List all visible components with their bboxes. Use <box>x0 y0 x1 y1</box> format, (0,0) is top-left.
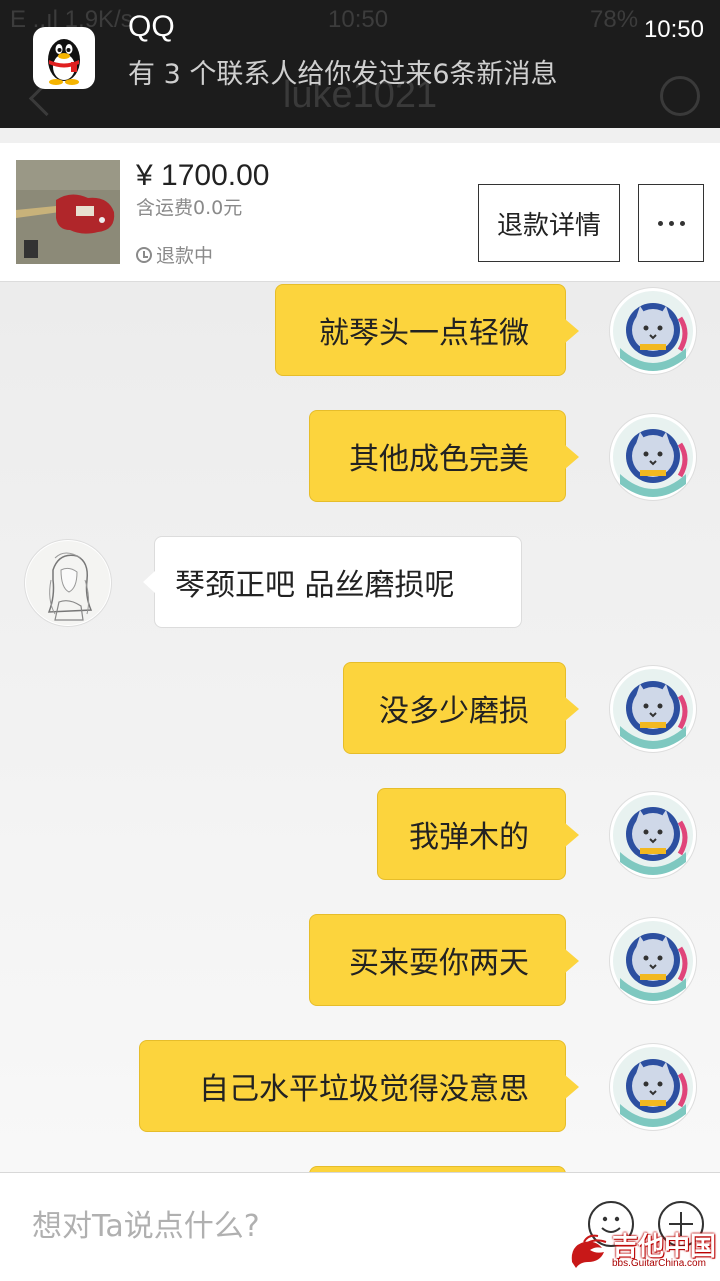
site-watermark: 吉他中国 bbs.GuitarChina.com <box>566 1226 716 1278</box>
order-status: 退款中 <box>136 241 213 268</box>
qq-penguin-icon <box>33 27 95 89</box>
self-avatar[interactable] <box>610 666 696 752</box>
more-dot-icon <box>657 220 663 226</box>
notification-app-name: QQ <box>128 10 175 43</box>
contact-avatar[interactable] <box>25 540 111 626</box>
message-text: 就琴头一点轻微 <box>319 316 529 351</box>
message-bubble-received[interactable]: 琴颈正吧 品丝磨损呢 <box>143 536 522 628</box>
order-card[interactable]: ¥ 1700.00 含运费0.0元 退款中 退款详情 <box>0 143 720 282</box>
status-battery: 78% <box>590 6 639 33</box>
notification-message: 有 3 个联系人给你发过来6条新消息 <box>128 59 558 90</box>
product-thumbnail[interactable] <box>16 160 120 264</box>
order-status-label: 退款中 <box>156 245 214 267</box>
message-text: 我弹木的 <box>409 820 529 855</box>
self-avatar[interactable] <box>610 414 696 500</box>
status-time: 10:50 <box>328 6 389 33</box>
message-text: 琴颈正吧 品丝磨损呢 <box>175 568 455 603</box>
refund-details-button[interactable]: 退款详情 <box>478 184 620 262</box>
message-bubble-sent[interactable]: 我弹木的 <box>377 788 579 880</box>
profile-icon[interactable] <box>660 76 700 116</box>
self-avatar[interactable] <box>610 792 696 878</box>
message-text: 其他成色完美 <box>349 442 529 477</box>
clock-icon <box>136 246 152 263</box>
message-text: 没多少磨损 <box>379 694 529 729</box>
lobster-logo-icon <box>571 1234 607 1268</box>
notification-time: 10:50 <box>643 16 704 43</box>
chat-message-list[interactable]: 就琴头一点轻微 其他成色完美 琴颈正吧 品丝磨损呢 没多少磨损 我弹木的 买来耍… <box>0 282 720 1172</box>
self-avatar[interactable] <box>610 1044 696 1130</box>
message-bubble-sent[interactable]: 其他成色完美 <box>309 410 579 502</box>
more-dot-icon <box>679 220 685 226</box>
notification-shade[interactable]: E ..ıl 1.9K/s 10:50 78% luke1021 QQ 10:5… <box>0 0 720 128</box>
message-text: 自己水平垃圾觉得没意思 <box>199 1072 529 1107</box>
more-dot-icon <box>668 220 674 226</box>
order-shipping: 含运费0.0元 <box>136 197 243 219</box>
self-avatar[interactable] <box>610 918 696 1004</box>
message-bubble-sent[interactable]: 就琴头一点轻微 <box>275 284 579 376</box>
watermark-subtext: bbs.GuitarChina.com <box>612 1258 706 1269</box>
order-price: ¥ 1700.00 <box>136 159 270 192</box>
self-avatar[interactable] <box>610 288 696 374</box>
message-bubble-sent[interactable]: 自己水平垃圾觉得没意思 <box>139 1040 579 1132</box>
more-options-button[interactable] <box>638 184 704 262</box>
message-input[interactable] <box>32 1203 552 1249</box>
message-text: 买来耍你两天 <box>349 946 529 981</box>
message-bubble-sent[interactable]: 没多少磨损 <box>343 662 579 754</box>
message-bubble-sent[interactable]: 买来耍你两天 <box>309 914 579 1006</box>
